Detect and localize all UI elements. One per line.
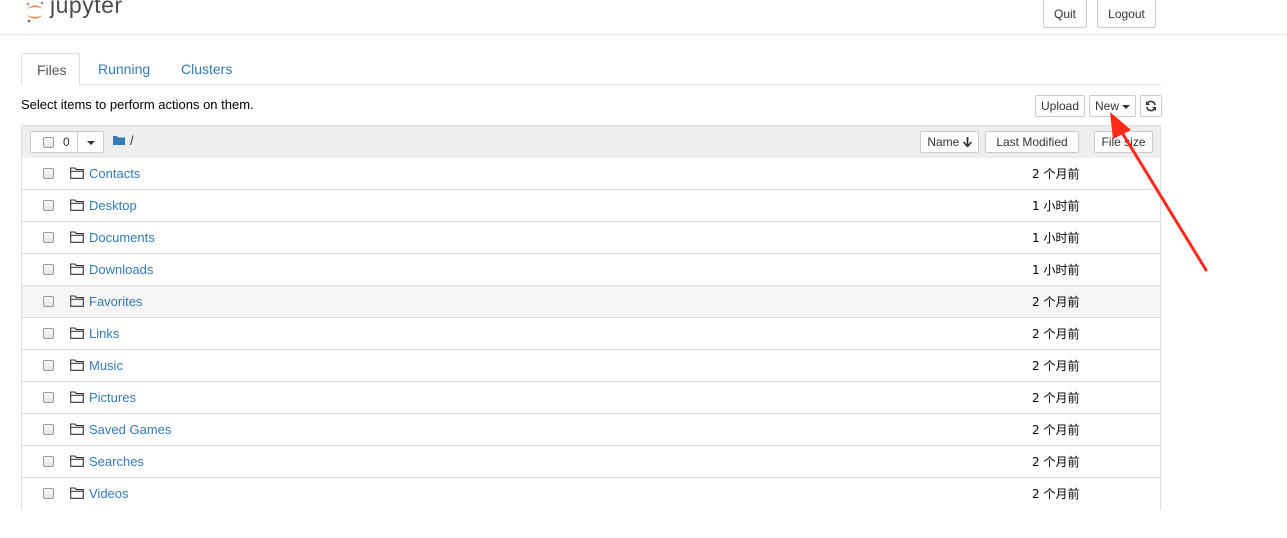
item-checkbox[interactable]: [43, 168, 54, 179]
list-item[interactable]: Pictures 2 个月前: [22, 382, 1160, 414]
item-checkbox[interactable]: [43, 200, 54, 211]
item-checkbox[interactable]: [43, 360, 54, 371]
folder-outline-icon: [70, 167, 84, 179]
folder-outline-icon: [70, 455, 84, 467]
item-modified: 2 个月前: [1032, 487, 1080, 501]
refresh-button[interactable]: [1140, 95, 1162, 117]
sort-by-modified-button[interactable]: Last Modified: [985, 131, 1079, 153]
list-item[interactable]: Favorites 2 个月前: [22, 286, 1160, 318]
item-name-link[interactable]: Saved Games: [89, 422, 171, 437]
list-item[interactable]: Links 2 个月前: [22, 318, 1160, 350]
tab-clusters[interactable]: Clusters: [166, 53, 247, 84]
item-checkbox[interactable]: [43, 456, 54, 467]
item-checkbox[interactable]: [43, 328, 54, 339]
item-checkbox[interactable]: [43, 392, 54, 403]
item-modified: 1 小时前: [1032, 199, 1080, 213]
logo-text: jupyter: [50, 0, 123, 18]
item-checkbox[interactable]: [43, 232, 54, 243]
jupyter-logo-icon: [26, 1, 44, 23]
breadcrumb-root[interactable]: /: [130, 133, 134, 148]
item-modified: 1 小时前: [1032, 263, 1080, 277]
item-name-link[interactable]: Favorites: [89, 294, 142, 309]
item-checkbox[interactable]: [43, 296, 54, 307]
item-name-link[interactable]: Pictures: [89, 390, 136, 405]
item-name-link[interactable]: Downloads: [89, 262, 153, 277]
item-modified: 2 个月前: [1032, 455, 1080, 469]
refresh-icon: [1146, 100, 1156, 112]
select-all-checkbox-button[interactable]: 0: [30, 131, 78, 153]
file-list-panel: 0 / Name Last Modified File size Contact…: [21, 125, 1161, 510]
item-name-link[interactable]: Videos: [89, 486, 129, 501]
list-item[interactable]: Desktop 1 小时前: [22, 190, 1160, 222]
folder-icon: [113, 136, 125, 145]
item-modified: 2 个月前: [1032, 167, 1080, 181]
sort-by-name-button[interactable]: Name: [920, 131, 979, 153]
caret-down-icon: [86, 140, 95, 145]
tab-files[interactable]: Files: [21, 53, 80, 85]
tab-bar: Files Running Clusters: [21, 53, 1161, 85]
item-modified: 1 小时前: [1032, 231, 1080, 245]
selection-hint: Select items to perform actions on them.: [21, 97, 254, 112]
list-item[interactable]: Saved Games 2 个月前: [22, 414, 1160, 446]
select-all-checkbox[interactable]: [43, 137, 54, 148]
quit-button[interactable]: Quit: [1043, 0, 1087, 28]
item-checkbox[interactable]: [43, 264, 54, 275]
item-checkbox[interactable]: [43, 488, 54, 499]
list-item[interactable]: Searches 2 个月前: [22, 446, 1160, 478]
list-item[interactable]: Documents 1 小时前: [22, 222, 1160, 254]
upload-button[interactable]: Upload: [1035, 95, 1085, 117]
app-header: jupyter Quit Logout: [0, 0, 1287, 35]
folder-outline-icon: [70, 263, 84, 275]
item-modified: 2 个月前: [1032, 391, 1080, 405]
item-name-link[interactable]: Music: [89, 358, 123, 373]
item-name-link[interactable]: Links: [89, 326, 119, 341]
folder-outline-icon: [70, 359, 84, 371]
list-item[interactable]: Contacts 2 个月前: [22, 158, 1160, 190]
folder-outline-icon: [70, 423, 84, 435]
list-item[interactable]: Videos 2 个月前: [22, 478, 1160, 510]
folder-outline-icon: [70, 327, 84, 339]
folder-outline-icon: [70, 487, 84, 499]
new-button-label: New: [1094, 99, 1119, 113]
folder-outline-icon: [70, 199, 84, 211]
item-modified: 2 个月前: [1032, 295, 1080, 309]
arrow-down-icon: [962, 137, 972, 148]
item-modified: 2 个月前: [1032, 327, 1080, 341]
item-modified: 2 个月前: [1032, 423, 1080, 437]
file-list-header: 0 / Name Last Modified File size: [22, 126, 1160, 159]
new-dropdown-button[interactable]: New: [1089, 95, 1136, 117]
sort-by-size-button[interactable]: File size: [1094, 131, 1153, 153]
item-name-link[interactable]: Searches: [89, 454, 144, 469]
item-name-link[interactable]: Documents: [89, 230, 155, 245]
item-modified: 2 个月前: [1032, 359, 1080, 373]
list-item[interactable]: Downloads 1 小时前: [22, 254, 1160, 286]
folder-outline-icon: [70, 295, 84, 307]
selected-count: 0: [63, 135, 70, 149]
item-name-link[interactable]: Desktop: [89, 198, 137, 213]
folder-outline-icon: [70, 231, 84, 243]
item-name-link[interactable]: Contacts: [89, 166, 140, 181]
tab-running[interactable]: Running: [83, 53, 165, 84]
item-checkbox[interactable]: [43, 424, 54, 435]
caret-down-icon: [1122, 104, 1130, 109]
select-dropdown-button[interactable]: [77, 131, 104, 153]
folder-outline-icon: [70, 391, 84, 403]
sort-name-label: Name: [927, 135, 960, 149]
list-item[interactable]: Music 2 个月前: [22, 350, 1160, 382]
logout-button[interactable]: Logout: [1097, 0, 1156, 28]
